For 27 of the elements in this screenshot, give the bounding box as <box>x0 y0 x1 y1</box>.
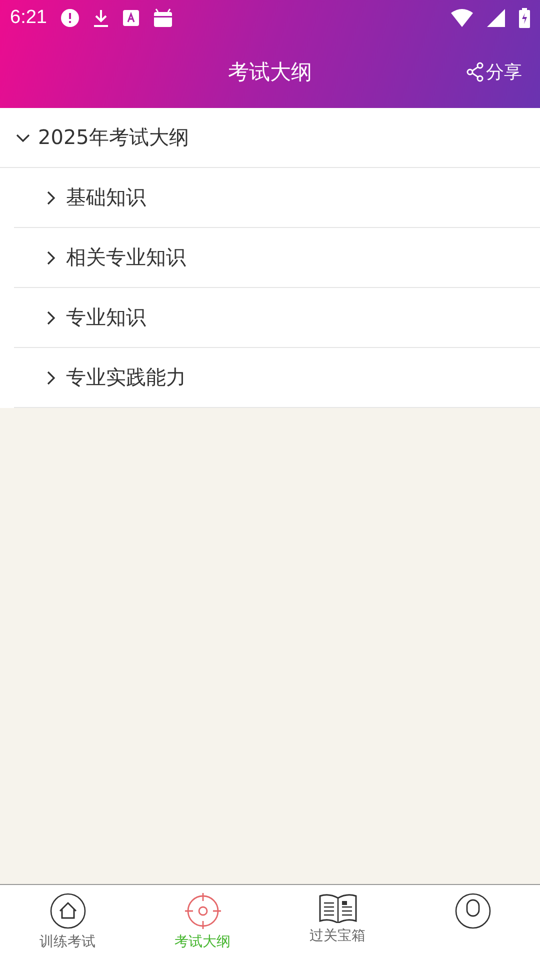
outline-item[interactable]: 相关专业知识 <box>14 228 540 288</box>
outline-item[interactable]: 专业知识 <box>14 288 540 348</box>
share-button[interactable]: 分享 <box>466 60 522 84</box>
outline-label: 专业知识 <box>66 304 146 331</box>
outline-label: 2025年考试大纲 <box>38 124 189 151</box>
home-icon <box>50 893 86 929</box>
outline-item[interactable]: 2025年考试大纲 <box>0 108 540 168</box>
book-icon <box>318 893 356 923</box>
outline-label: 基础知识 <box>66 184 146 211</box>
outline-label: 专业实践能力 <box>66 364 186 391</box>
signal-icon <box>487 9 505 27</box>
outline-item[interactable]: 基础知识 <box>14 168 540 228</box>
robot-icon <box>152 8 173 28</box>
outline-label: 相关专业知识 <box>66 244 186 271</box>
person-icon <box>454 893 490 929</box>
share-icon <box>466 62 484 82</box>
alert-icon <box>60 9 79 27</box>
status-time: 6:21 <box>10 7 47 29</box>
wifi-icon <box>451 9 473 27</box>
app-icon <box>122 10 139 26</box>
download-icon <box>92 9 109 27</box>
page-title: 考试大纲 <box>228 59 312 86</box>
outline-item[interactable]: 专业实践能力 <box>14 348 540 408</box>
crosshair-icon <box>184 893 220 929</box>
nav-tab[interactable]: 训练考试 <box>0 885 135 960</box>
battery-icon <box>519 8 530 28</box>
nav-tab[interactable]: 过关宝箱 <box>270 885 405 960</box>
